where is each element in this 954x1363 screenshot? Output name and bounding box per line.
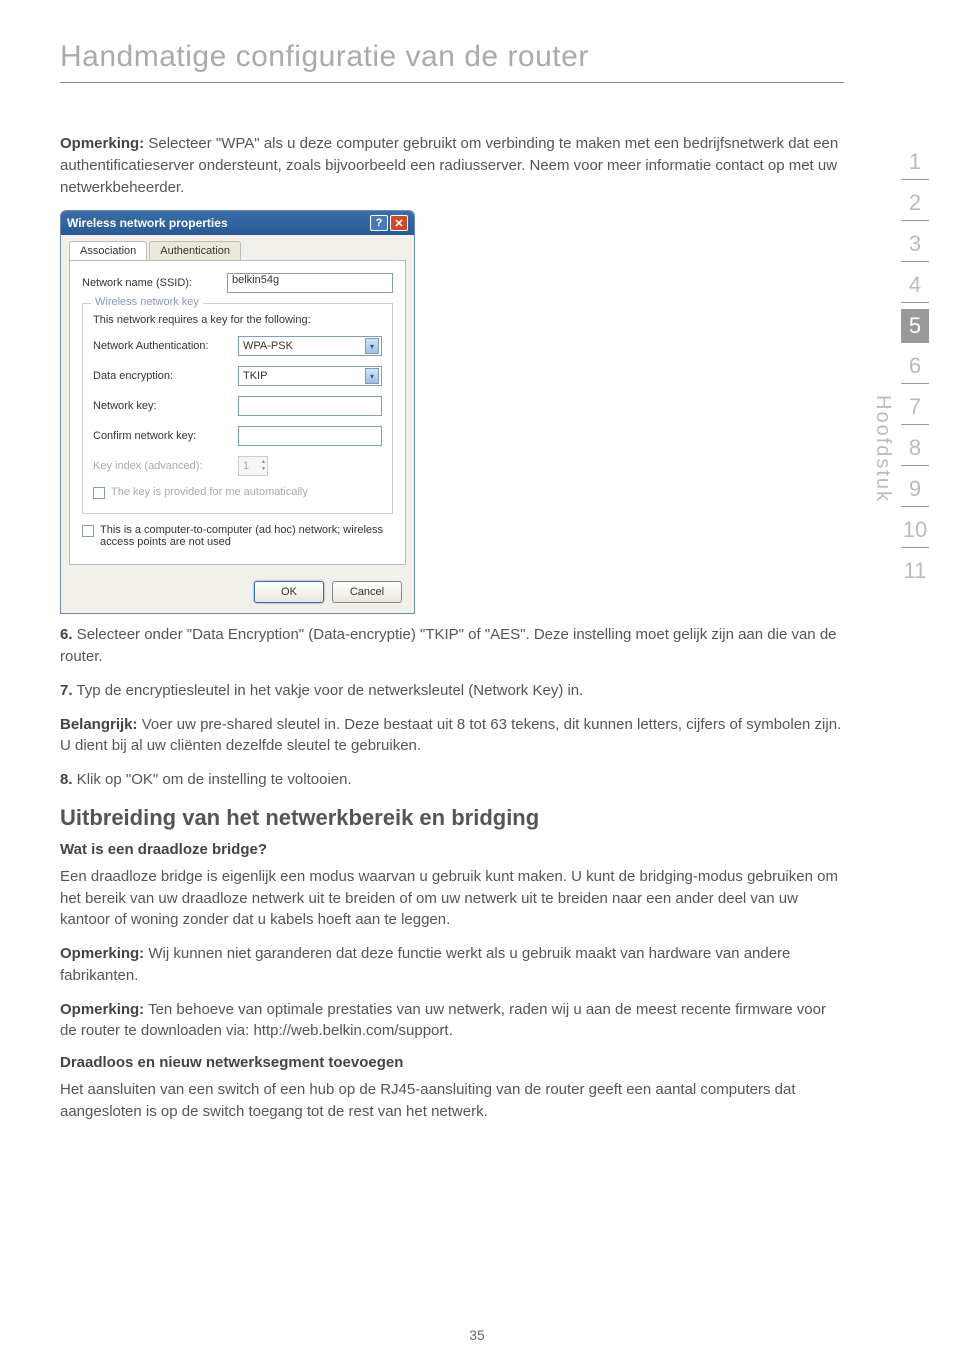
help-icon[interactable]: ? bbox=[370, 215, 388, 231]
adhoc-label: This is a computer-to-computer (ad hoc) … bbox=[100, 524, 393, 548]
spinner-arrows-icon: ▴▾ bbox=[262, 459, 265, 473]
step-7-text: Typ de encryptiesleutel in het vakje voo… bbox=[73, 682, 584, 699]
tab-association[interactable]: Association bbox=[69, 241, 147, 260]
opmerking-3: Opmerking: Ten behoeve van optimale pres… bbox=[60, 999, 844, 1043]
adhoc-checkbox[interactable] bbox=[82, 525, 94, 537]
cancel-button[interactable]: Cancel bbox=[332, 581, 402, 603]
opmerking-2-label: Opmerking: bbox=[60, 945, 144, 962]
step-6: 6. Selecteer onder "Data Encryption" (Da… bbox=[60, 624, 844, 668]
step-7-label: 7. bbox=[60, 682, 73, 699]
dialog-title: Wireless network properties bbox=[67, 216, 228, 230]
wireless-properties-dialog: Wireless network properties ? ✕ Associat… bbox=[60, 210, 415, 614]
belangrijk-label: Belangrijk: bbox=[60, 716, 138, 733]
fieldset-text: This network requires a key for the foll… bbox=[93, 314, 382, 326]
step-8-text: Klik op "OK" om de instelling te voltooi… bbox=[73, 771, 352, 788]
side-nav-item-8[interactable]: 8 bbox=[901, 431, 929, 466]
section-heading: Uitbreiding van het netwerkbereik en bri… bbox=[60, 805, 844, 831]
enc-value: TKIP bbox=[243, 370, 267, 382]
titlebar-controls: ? ✕ bbox=[370, 215, 408, 231]
network-key-label: Network key: bbox=[93, 400, 228, 412]
opmerking-1: Opmerking: Selecteer "WPA" als u deze co… bbox=[60, 133, 844, 198]
opmerking-1-text: Selecteer "WPA" als u deze computer gebr… bbox=[60, 135, 838, 196]
belangrijk: Belangrijk: Voer uw pre-shared sleutel i… bbox=[60, 714, 844, 758]
key-index-value: 1 bbox=[243, 460, 249, 472]
tab-authentication[interactable]: Authentication bbox=[149, 241, 241, 260]
confirm-key-label: Confirm network key: bbox=[93, 430, 228, 442]
side-nav-item-2[interactable]: 2 bbox=[901, 186, 929, 221]
side-nav-item-5[interactable]: 5 bbox=[901, 309, 929, 343]
fieldset-legend: Wireless network key bbox=[91, 296, 203, 308]
auth-select[interactable]: WPA-PSK ▾ bbox=[238, 336, 382, 356]
close-icon[interactable]: ✕ bbox=[390, 215, 408, 231]
sub-heading-bridge: Wat is een draadloze bridge? bbox=[60, 841, 844, 858]
side-nav: 1 2 3 4 5 6 7 8 9 10 11 bbox=[901, 145, 929, 588]
side-nav-item-10[interactable]: 10 bbox=[901, 513, 929, 548]
ssid-label: Network name (SSID): bbox=[82, 277, 217, 289]
opmerking-3-text: Ten behoeve van optimale prestaties van … bbox=[60, 1001, 826, 1040]
opmerking-1-label: Opmerking: bbox=[60, 135, 144, 152]
auto-key-checkbox bbox=[93, 487, 105, 499]
side-nav-item-3[interactable]: 3 bbox=[901, 227, 929, 262]
opmerking-3-label: Opmerking: bbox=[60, 1001, 144, 1018]
step-7: 7. Typ de encryptiesleutel in het vakje … bbox=[60, 680, 844, 702]
key-index-spinner: 1 ▴▾ bbox=[238, 456, 268, 476]
auth-value: WPA-PSK bbox=[243, 340, 293, 352]
side-nav-item-11[interactable]: 11 bbox=[901, 554, 929, 588]
tabs-row: Association Authentication bbox=[61, 235, 414, 260]
ssid-input[interactable]: belkin54g bbox=[227, 273, 393, 293]
side-nav-item-1[interactable]: 1 bbox=[901, 145, 929, 180]
page-title: Handmatige configuratie van de router bbox=[60, 40, 844, 74]
sub-heading-segment: Draadloos en nieuw netwerksegment toevoe… bbox=[60, 1054, 844, 1071]
side-nav-item-7[interactable]: 7 bbox=[901, 390, 929, 425]
confirm-key-input[interactable] bbox=[238, 426, 382, 446]
chevron-down-icon: ▾ bbox=[365, 338, 379, 354]
step-8: 8. Klik op "OK" om de instelling te volt… bbox=[60, 769, 844, 791]
step-6-text: Selecteer onder "Data Encryption" (Data-… bbox=[60, 626, 837, 665]
step-8-label: 8. bbox=[60, 771, 73, 788]
auto-key-label: The key is provided for me automatically bbox=[111, 486, 308, 498]
opmerking-2: Opmerking: Wij kunnen niet garanderen da… bbox=[60, 943, 844, 987]
opmerking-2-text: Wij kunnen niet garanderen dat deze func… bbox=[60, 945, 790, 984]
chevron-down-icon: ▾ bbox=[365, 368, 379, 384]
key-index-label: Key index (advanced): bbox=[93, 460, 228, 472]
side-nav-item-6[interactable]: 6 bbox=[901, 349, 929, 384]
side-nav-item-9[interactable]: 9 bbox=[901, 472, 929, 507]
page-number: 35 bbox=[0, 1327, 954, 1343]
tab-panel: Network name (SSID): belkin54g Wireless … bbox=[69, 260, 406, 565]
segment-text: Het aansluiten van een switch of een hub… bbox=[60, 1079, 844, 1123]
dialog-titlebar: Wireless network properties ? ✕ bbox=[61, 211, 414, 235]
enc-select[interactable]: TKIP ▾ bbox=[238, 366, 382, 386]
step-6-label: 6. bbox=[60, 626, 73, 643]
side-nav-item-4[interactable]: 4 bbox=[901, 268, 929, 303]
ok-button[interactable]: OK bbox=[254, 581, 324, 603]
enc-label: Data encryption: bbox=[93, 370, 228, 382]
network-key-input[interactable] bbox=[238, 396, 382, 416]
belangrijk-text: Voer uw pre-shared sleutel in. Deze best… bbox=[60, 716, 841, 755]
title-underline bbox=[60, 82, 844, 83]
auth-label: Network Authentication: bbox=[93, 340, 228, 352]
wireless-key-fieldset: Wireless network key This network requir… bbox=[82, 303, 393, 514]
bridge-text: Een draadloze bridge is eigenlijk een mo… bbox=[60, 866, 844, 931]
side-label: Hoofdstuk bbox=[871, 395, 894, 503]
